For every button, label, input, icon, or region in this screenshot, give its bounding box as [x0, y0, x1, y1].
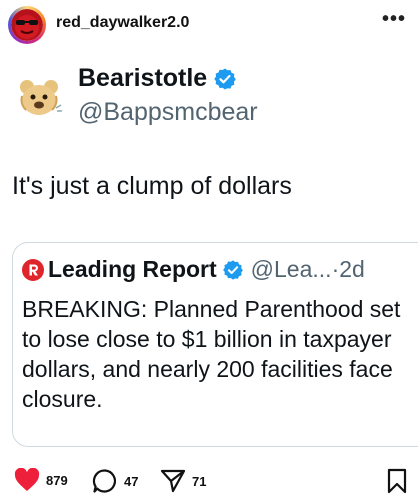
quoted-handle-and-time[interactable]: @Lea...·2d [251, 256, 365, 283]
red-face-avatar-icon [11, 9, 43, 41]
save-action[interactable] [386, 468, 408, 499]
post-username[interactable]: red_daywalker2.0 [56, 14, 189, 32]
post-header: red_daywalker2.0 ••• [0, 0, 418, 50]
comment-bubble-icon[interactable] [92, 468, 118, 494]
action-bar: 879 47 71 [14, 468, 414, 496]
avatar [11, 9, 43, 41]
avatar-story-ring[interactable] [8, 6, 46, 44]
bear-avatar-icon [12, 70, 66, 124]
verified-badge-icon [222, 259, 243, 280]
heart-icon[interactable] [14, 468, 40, 492]
like-count: 879 [46, 472, 68, 488]
share-count: 71 [192, 473, 207, 489]
tweet-display-name[interactable]: Bearistotle [78, 64, 207, 93]
tweet-text: It's just a clump of dollars [12, 172, 292, 200]
share-action[interactable]: 71 [160, 468, 206, 494]
tweet-author-row: Bearistotle [78, 64, 237, 93]
quoted-display-name[interactable]: Leading Report [48, 256, 217, 283]
like-action[interactable]: 879 [14, 468, 68, 492]
leading-report-logo-icon [22, 258, 44, 281]
tweet-author-avatar[interactable] [12, 70, 66, 124]
comment-action[interactable]: 47 [92, 468, 138, 494]
tweet-handle[interactable]: @Bappsmcbear [78, 98, 258, 127]
quoted-tweet-header: Leading Report @Lea...·2d [22, 256, 365, 283]
paper-plane-share-icon[interactable] [160, 468, 186, 494]
quoted-tweet-text: BREAKING: Planned Parenthood set to lose… [22, 296, 401, 412]
comment-count: 47 [124, 473, 139, 489]
more-options-icon[interactable]: ••• [382, 8, 406, 31]
verified-badge-icon [214, 68, 237, 89]
bookmark-icon[interactable] [386, 468, 408, 494]
